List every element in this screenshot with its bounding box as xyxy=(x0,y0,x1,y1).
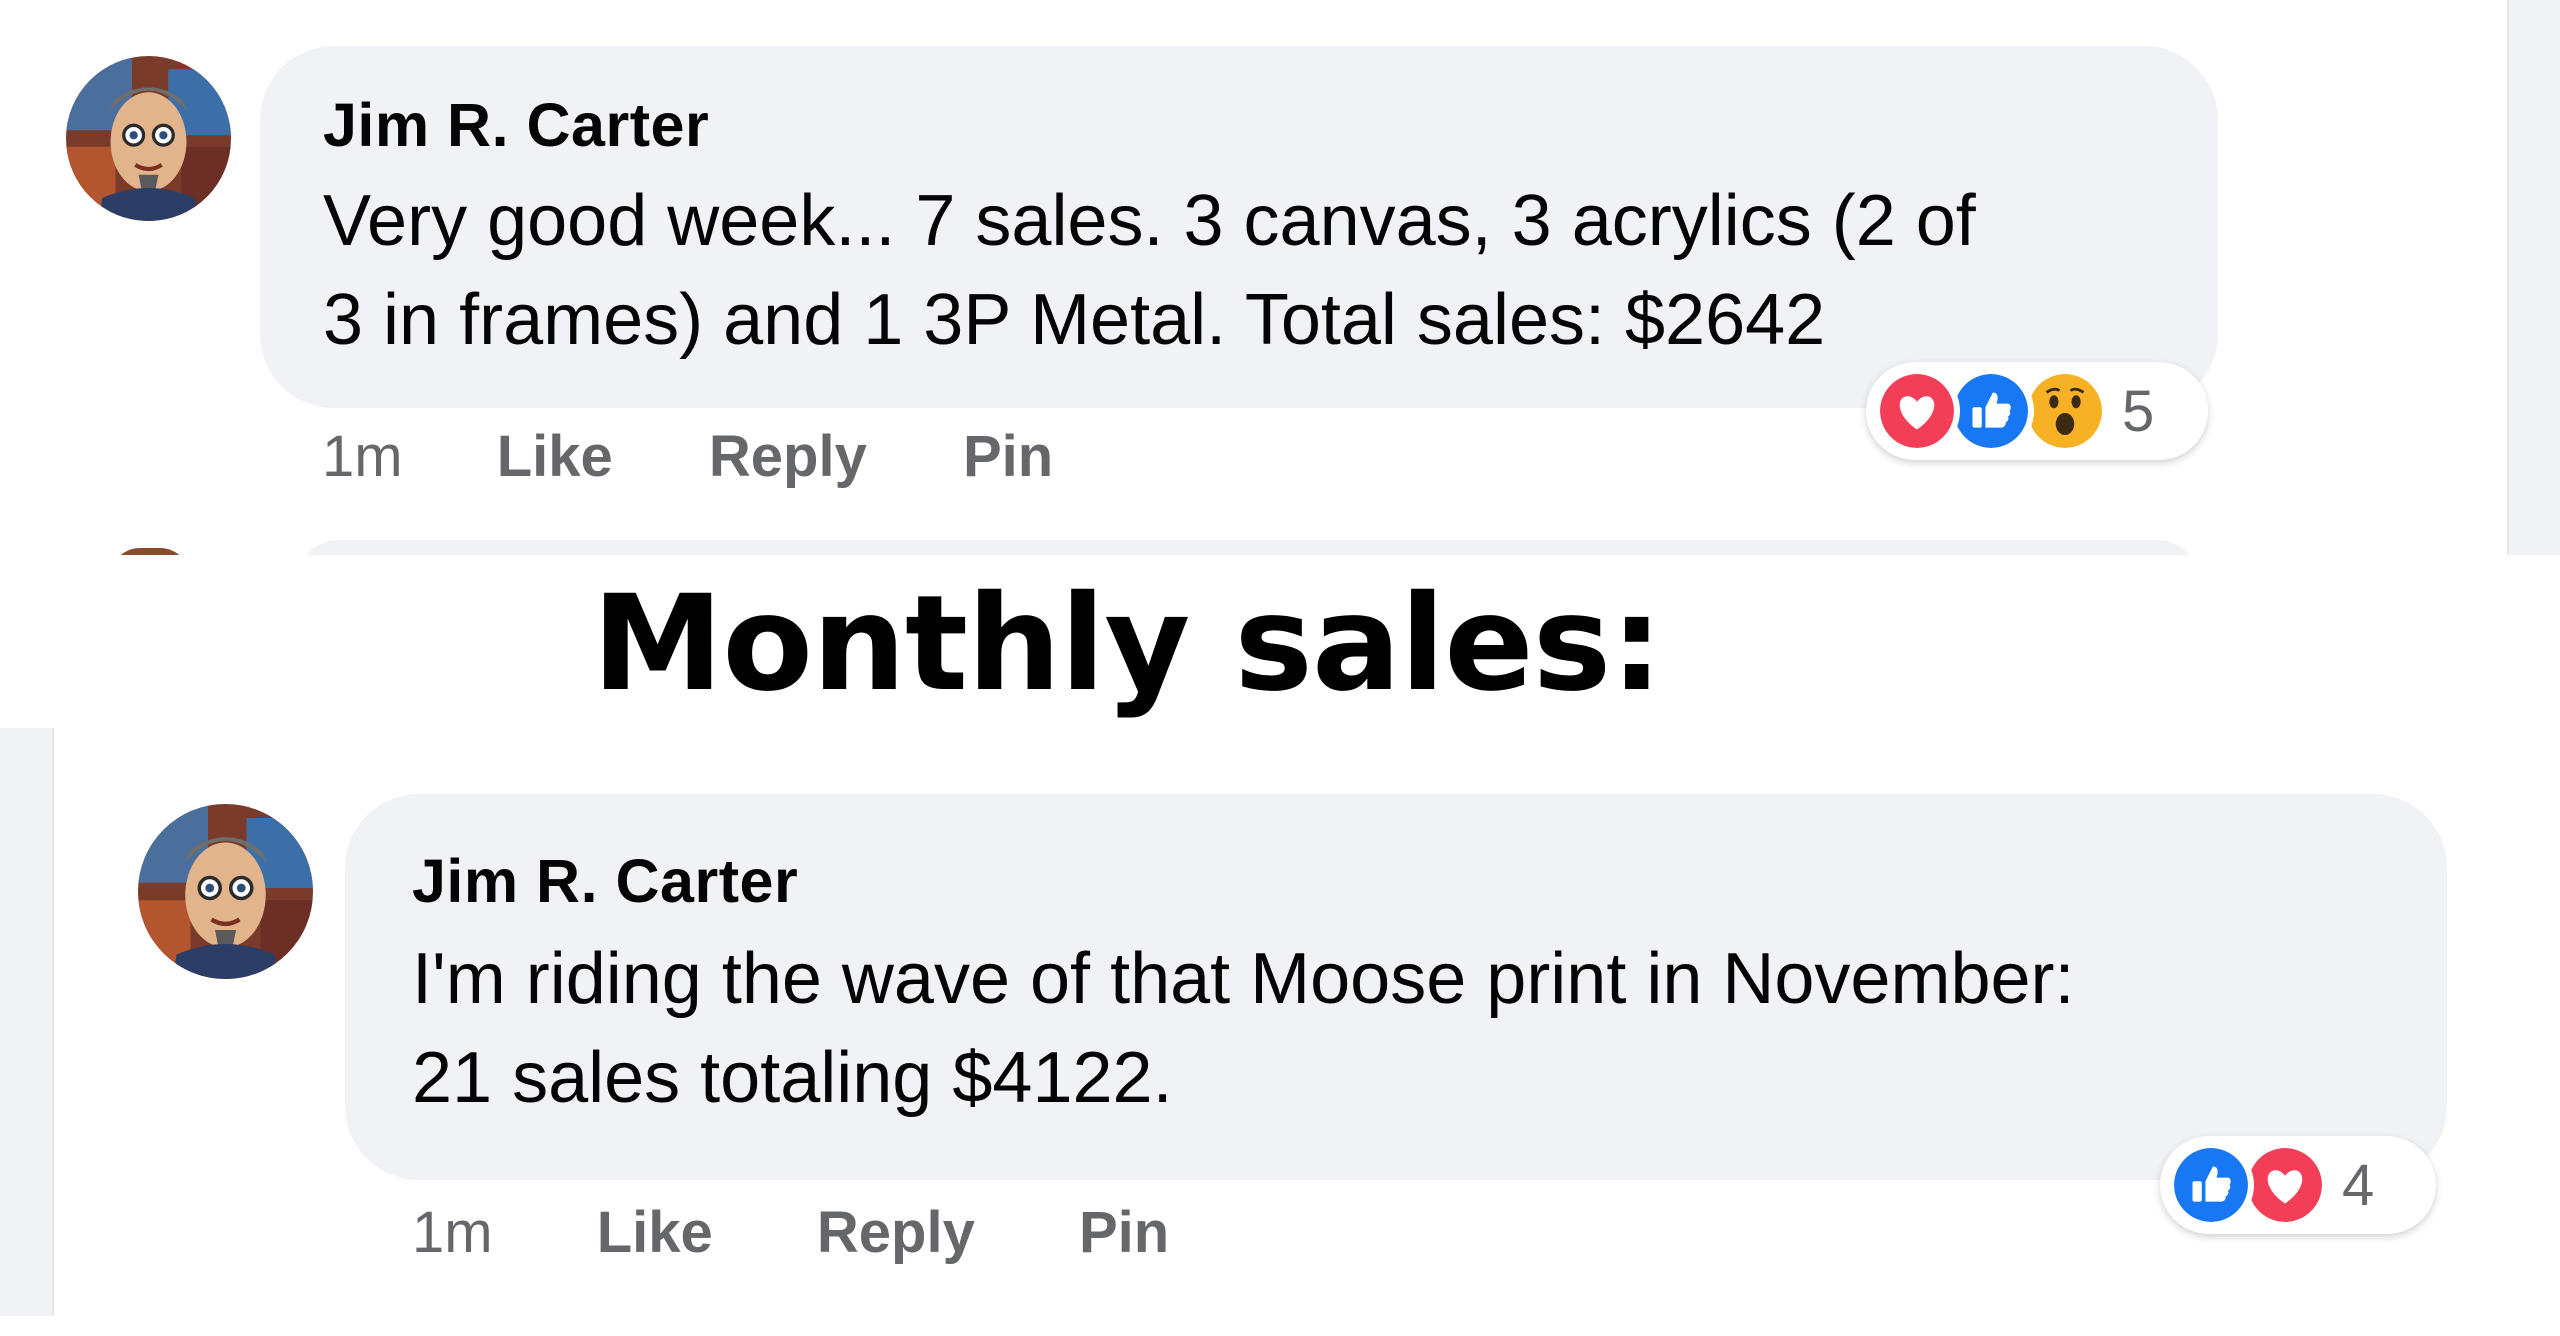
like-button[interactable]: Like xyxy=(497,424,613,489)
next-comment-bubble xyxy=(298,540,2198,555)
reply-button[interactable]: Reply xyxy=(709,424,867,489)
comment-author[interactable]: Jim R. Carter xyxy=(323,90,709,160)
sidebar-edge xyxy=(0,728,54,1316)
pin-button[interactable]: Pin xyxy=(963,424,1053,489)
heading-banner: Monthly sales: xyxy=(0,555,2560,728)
comment-timestamp[interactable]: 1m xyxy=(322,424,403,489)
comment-author[interactable]: Jim R. Carter xyxy=(412,846,798,916)
avatar[interactable] xyxy=(138,804,313,979)
comment-text: I'm riding the wave of that Moose print … xyxy=(412,939,2075,1118)
comment-panel-month: Jim R. Carter I'm riding the wave of tha… xyxy=(0,728,2560,1316)
love-reaction-icon xyxy=(2242,1142,2328,1228)
next-comment-avatar xyxy=(110,548,190,555)
reaction-summary[interactable]: 5 xyxy=(1866,362,2208,460)
comment-timestamp[interactable]: 1m xyxy=(412,1200,493,1265)
reaction-count[interactable]: 5 xyxy=(2122,378,2154,445)
avatar[interactable] xyxy=(66,56,231,221)
comment-meta: 1m Like Reply Pin xyxy=(322,422,1053,492)
reaction-summary[interactable]: 4 xyxy=(2160,1136,2436,1234)
love-reaction-icon xyxy=(1874,368,1960,454)
comment-meta: 1m Like Reply Pin xyxy=(412,1198,1169,1268)
like-button[interactable]: Like xyxy=(597,1200,713,1265)
scrollbar-rail[interactable] xyxy=(2507,0,2560,555)
page-title: Monthly sales: xyxy=(592,567,1663,721)
like-reaction-icon xyxy=(2168,1142,2254,1228)
reaction-count[interactable]: 4 xyxy=(2342,1152,2374,1219)
reply-button[interactable]: Reply xyxy=(817,1200,975,1265)
like-reaction-icon xyxy=(1948,368,2034,454)
avatar-portrait-icon xyxy=(138,804,313,979)
comment-text: Very good week... 7 sales. 3 canvas, 3 a… xyxy=(323,181,1976,360)
screenshot-collage: Jim R. Carter Very good week... 7 sales.… xyxy=(0,0,2560,1336)
comment-panel-week: Jim R. Carter Very good week... 7 sales.… xyxy=(0,0,2560,555)
avatar-portrait-icon xyxy=(66,56,231,221)
wow-reaction-icon xyxy=(2022,368,2108,454)
pin-button[interactable]: Pin xyxy=(1079,1200,1169,1265)
